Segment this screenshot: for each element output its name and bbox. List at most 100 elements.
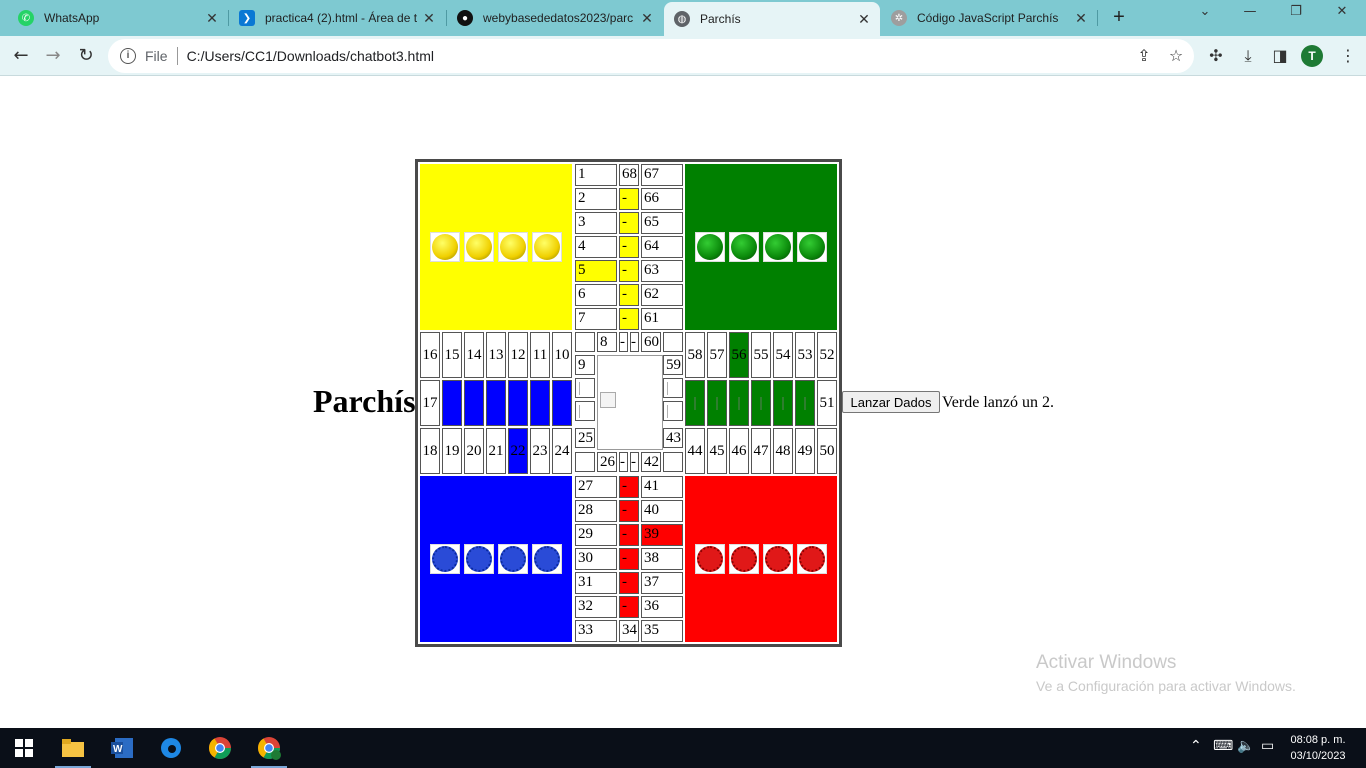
show-hidden-icons-icon[interactable]: ⌃ xyxy=(1190,738,1202,754)
blue-token-icon xyxy=(466,546,492,572)
extensions-icon[interactable]: ✣ xyxy=(1204,44,1228,68)
yellow-token-icon xyxy=(500,234,526,260)
volume-icon[interactable]: 🔈 xyxy=(1237,738,1254,754)
blue-piece[interactable] xyxy=(532,544,562,574)
green-piece[interactable] xyxy=(797,232,827,262)
board-cell: 14 xyxy=(464,332,484,378)
board-cell: 29 xyxy=(575,524,617,546)
restore-icon[interactable]: ❐ xyxy=(1284,4,1308,24)
board-cell: - xyxy=(630,332,639,352)
board-cell: 55 xyxy=(751,332,771,378)
tab-github[interactable]: ● webybasededatos2023/parc ✕ xyxy=(447,4,663,32)
clock-time: 08:08 p. m. xyxy=(1290,734,1346,746)
chrome-profile-icon[interactable] xyxy=(245,728,293,768)
reload-icon[interactable]: ↻ xyxy=(74,44,98,68)
green-piece[interactable] xyxy=(729,232,759,262)
word-icon[interactable]: W xyxy=(98,728,146,768)
blue-token-icon xyxy=(534,546,560,572)
roll-dice-button[interactable]: Lanzar Dados xyxy=(842,391,940,413)
green-piece[interactable] xyxy=(695,232,725,262)
forward-icon[interactable]: → xyxy=(41,44,65,68)
red-piece[interactable] xyxy=(797,544,827,574)
menu-icon[interactable]: ⋮ xyxy=(1336,44,1360,68)
board-cell: 50 xyxy=(817,428,837,474)
taskbar-clock[interactable]: 08:08 p. m. 03/10/2023 xyxy=(1285,732,1351,764)
board-cell: 41 xyxy=(641,476,683,498)
notifications-icon[interactable]: ▭ xyxy=(1261,738,1274,754)
red-home xyxy=(685,476,837,642)
address-url[interactable]: C:/Users/CC1/Downloads/chatbot3.html xyxy=(187,48,434,64)
blue-piece[interactable] xyxy=(430,544,460,574)
close-icon[interactable]: ✕ xyxy=(202,10,222,27)
tab-whatsapp[interactable]: ✆ WhatsApp ✕ xyxy=(8,4,228,32)
share-icon[interactable]: ⇪ xyxy=(1132,44,1156,68)
red-path-cell: - xyxy=(619,548,639,570)
blue-piece[interactable] xyxy=(498,544,528,574)
yellow-piece[interactable] xyxy=(498,232,528,262)
board-cell: 2 xyxy=(575,188,617,210)
board-cell: 9 xyxy=(575,355,595,375)
close-icon[interactable]: ✕ xyxy=(854,11,874,28)
close-icon[interactable]: ✕ xyxy=(419,10,439,27)
parchis-board: 1 2 3 4 5 6 7 68 - - - - - - 67 66 65 64… xyxy=(415,159,842,647)
board-cell: 31 xyxy=(575,572,617,594)
board-cell: | xyxy=(663,401,683,421)
windows-start-icon[interactable] xyxy=(0,728,48,768)
yellow-path-cell: - xyxy=(619,260,639,282)
game-status-text: Verde lanzó un 2. xyxy=(942,394,1054,411)
board-cell: 21 xyxy=(486,428,506,474)
chrome-icon[interactable] xyxy=(196,728,244,768)
browser-toolbar: ← → ↻ i File C:/Users/CC1/Downloads/chat… xyxy=(0,36,1366,76)
close-icon[interactable]: ✕ xyxy=(1071,10,1091,27)
address-bar[interactable]: i File C:/Users/CC1/Downloads/chatbot3.h… xyxy=(108,39,1194,73)
board-cell: 65 xyxy=(641,212,683,234)
blue-path-cell xyxy=(442,380,462,426)
info-icon[interactable]: i xyxy=(120,48,136,64)
close-icon[interactable]: ✕ xyxy=(637,10,657,27)
board-cell-safe: 56 xyxy=(729,332,749,378)
whatsapp-icon: ✆ xyxy=(18,10,34,26)
board-cell: 57 xyxy=(707,332,727,378)
tab-parchis[interactable]: ◍ Parchís ✕ xyxy=(664,2,880,36)
windows-activation-watermark: Activar Windows Ve a Configuración para … xyxy=(1036,652,1296,694)
red-piece[interactable] xyxy=(695,544,725,574)
new-tab-button[interactable]: + xyxy=(1108,6,1130,28)
openai-icon: ✲ xyxy=(891,10,907,26)
red-piece[interactable] xyxy=(729,544,759,574)
edge-icon[interactable] xyxy=(147,728,195,768)
file-explorer-icon[interactable] xyxy=(49,728,97,768)
tab-vscode[interactable]: ❯ practica4 (2).html - Área de t ✕ xyxy=(229,4,445,32)
tab-title: Código JavaScript Parchís xyxy=(917,11,1059,25)
watermark-title: Activar Windows xyxy=(1036,652,1177,673)
board-cell: 37 xyxy=(641,572,683,594)
board-cell: 1 xyxy=(575,164,617,186)
downloads-icon[interactable]: ⤓ xyxy=(1236,44,1260,68)
green-piece[interactable] xyxy=(763,232,793,262)
back-icon[interactable]: ← xyxy=(9,44,33,68)
yellow-piece[interactable] xyxy=(532,232,562,262)
board-cell-empty xyxy=(663,452,683,472)
tab-search-icon[interactable]: ⌄ xyxy=(1193,4,1217,24)
minimize-icon[interactable]: — xyxy=(1238,4,1262,24)
yellow-piece[interactable] xyxy=(464,232,494,262)
board-cell: 18 xyxy=(420,428,440,474)
close-window-icon[interactable]: ✕ xyxy=(1330,4,1354,24)
tab-chatgpt[interactable]: ✲ Código JavaScript Parchís ✕ xyxy=(881,4,1097,32)
board-cell: 27 xyxy=(575,476,617,498)
blue-piece[interactable] xyxy=(464,544,494,574)
side-panel-icon[interactable]: ◨ xyxy=(1268,44,1292,68)
network-icon[interactable]: ⌨ xyxy=(1213,738,1233,754)
blue-token-icon xyxy=(432,546,458,572)
green-token-icon xyxy=(697,234,723,260)
blue-path-cell xyxy=(552,380,572,426)
board-cell: 20 xyxy=(464,428,484,474)
bookmark-star-icon[interactable]: ☆ xyxy=(1164,44,1188,68)
profile-avatar[interactable]: T xyxy=(1301,45,1323,67)
yellow-home xyxy=(420,164,572,330)
red-piece[interactable] xyxy=(763,544,793,574)
red-path-cell: - xyxy=(619,500,639,522)
yellow-path-cell: - xyxy=(619,212,639,234)
board-cell: | xyxy=(663,378,683,398)
yellow-piece[interactable] xyxy=(430,232,460,262)
board-cell: 7 xyxy=(575,308,617,330)
